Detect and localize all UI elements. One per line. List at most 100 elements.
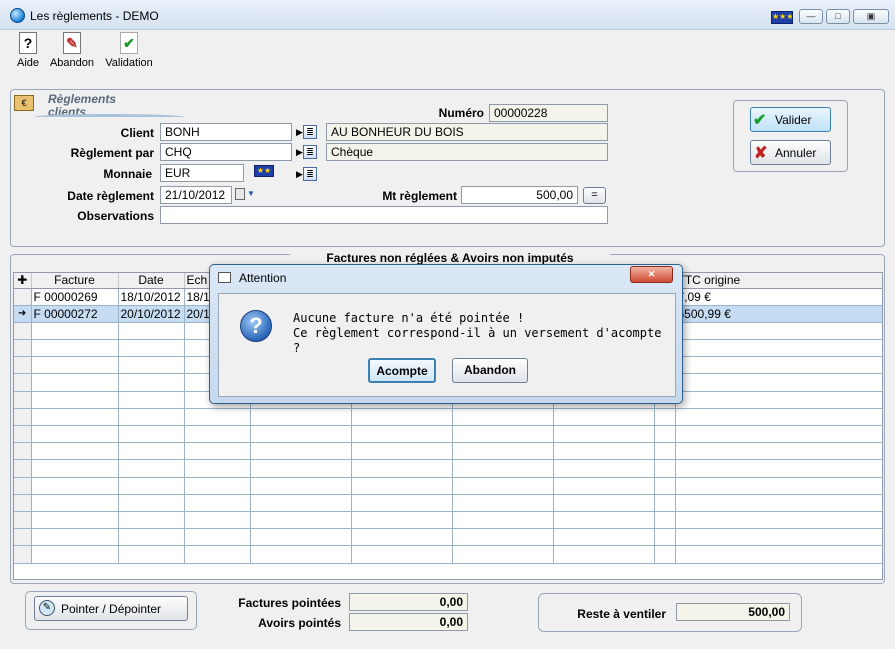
cell: [250, 425, 352, 444]
cell-date: [118, 477, 185, 495]
reglement-code-input[interactable]: CHQ: [160, 143, 292, 161]
table-row[interactable]: [14, 528, 882, 547]
window-title: Les règlements - DEMO: [30, 9, 159, 23]
monnaie-lookup-button[interactable]: ≣: [303, 167, 317, 181]
cell: [452, 408, 554, 427]
cell: [553, 545, 655, 564]
monnaie-arrow-icon: ▶: [296, 169, 303, 179]
grid-corner-icon[interactable]: ✚: [14, 273, 32, 289]
mt-reglement-label: Mt règlement: [382, 189, 457, 203]
date-dropdown-icon[interactable]: ▼: [247, 189, 255, 198]
cell: [250, 545, 352, 564]
toolbar-validation-button[interactable]: ✔ Validation: [104, 32, 154, 76]
numero-field: 00000228: [489, 104, 608, 122]
reglements-clients-logo: € Règlements clients: [14, 92, 184, 122]
cell: [452, 545, 554, 564]
table-row[interactable]: [14, 459, 882, 478]
window-close-button[interactable]: ▣: [853, 9, 889, 24]
row-marker: [14, 373, 32, 392]
toolbar-aide-button[interactable]: ? Aide: [14, 32, 42, 76]
cell: [250, 459, 352, 478]
dialog-message-line1: Aucune facture n'a été pointée !: [293, 311, 525, 325]
abandon-button[interactable]: Abandon: [452, 358, 528, 383]
cell-facture: [31, 425, 119, 444]
validation-icon: ✔: [120, 32, 138, 54]
cell: [250, 408, 352, 427]
dialog-close-button[interactable]: ✕: [630, 266, 673, 283]
cell: [553, 528, 655, 547]
annuler-label: Annuler: [775, 146, 817, 160]
cell-date: [118, 322, 185, 341]
cell: [351, 459, 453, 478]
observations-input[interactable]: [160, 206, 608, 224]
monnaie-input[interactable]: EUR: [160, 164, 244, 182]
table-row[interactable]: [14, 511, 882, 530]
cell-ttc-origine: [675, 356, 882, 375]
cell-ttc-origine: [675, 477, 882, 495]
cell: [553, 494, 655, 512]
acompte-button[interactable]: Acompte: [368, 358, 436, 383]
cell-ttc-origine: [675, 408, 882, 427]
minimize-button[interactable]: —: [799, 9, 823, 24]
cell: [351, 442, 453, 461]
row-marker: [14, 288, 32, 306]
cell: [250, 442, 352, 461]
cell-facture: [31, 477, 119, 495]
row-marker: [14, 442, 32, 461]
cell-date: [118, 391, 185, 409]
cell-facture: [31, 322, 119, 341]
cell-ech: [184, 528, 251, 547]
monnaie-label: Monnaie: [103, 167, 152, 181]
cell: [452, 511, 554, 530]
reglement-lookup-button[interactable]: ≣: [303, 145, 317, 159]
valider-check-icon: ✔: [753, 112, 767, 129]
table-row[interactable]: [14, 494, 882, 512]
client-name-field: AU BONHEUR DU BOIS: [326, 123, 608, 141]
pointer-pin-icon: ✎: [39, 600, 55, 616]
cell-facture: [31, 339, 119, 358]
table-row[interactable]: [14, 425, 882, 444]
cell-date: [118, 373, 185, 392]
table-row[interactable]: [14, 442, 882, 461]
client-arrow-icon: ▶: [296, 127, 303, 137]
cell: [654, 528, 676, 547]
cell: [250, 494, 352, 512]
help-icon: ?: [19, 32, 37, 54]
date-input[interactable]: 21/10/2012: [160, 186, 232, 204]
cell: [452, 494, 554, 512]
cell: [250, 477, 352, 495]
annuler-button[interactable]: ✘ Annuler: [750, 140, 831, 165]
cell: [452, 425, 554, 444]
dialog-body: ? Aucune facture n'a été pointée ! Ce rè…: [218, 293, 676, 397]
table-row[interactable]: [14, 408, 882, 427]
col-date[interactable]: Date: [118, 273, 185, 289]
col-facture[interactable]: Facture: [31, 273, 119, 289]
cell-facture: F 00000269: [31, 288, 119, 306]
reste-label: Reste à ventiler: [577, 607, 666, 621]
observations-label: Observations: [77, 209, 154, 223]
calendar-icon[interactable]: [235, 188, 245, 200]
row-marker: [14, 408, 32, 427]
col-ttc-origine[interactable]: TTC origine: [675, 273, 882, 289]
cell: [654, 477, 676, 495]
cell-ttc-origine: [675, 442, 882, 461]
cell-ttc-origine: 5500,99 €: [675, 305, 882, 323]
toolbar-abandon-button[interactable]: ✎ Abandon: [48, 32, 96, 76]
money-icon: €: [14, 95, 34, 111]
valider-button[interactable]: ✔ Valider: [750, 107, 831, 132]
cell: [452, 477, 554, 495]
client-code-input[interactable]: BONH: [160, 123, 292, 141]
mt-reglement-input[interactable]: 500,00: [461, 186, 578, 204]
pointer-depointer-button[interactable]: ✎ Pointer / Dépointer: [34, 596, 188, 621]
cell-facture: [31, 442, 119, 461]
table-row[interactable]: [14, 477, 882, 495]
cell: [553, 511, 655, 530]
calc-equals-button[interactable]: =: [583, 187, 606, 204]
row-marker: [14, 545, 32, 564]
cell-ech: [184, 459, 251, 478]
client-lookup-button[interactable]: ≣: [303, 125, 317, 139]
cell-date: [118, 459, 185, 478]
maximize-button[interactable]: □: [826, 9, 850, 24]
cell-date: [118, 425, 185, 444]
table-row[interactable]: [14, 545, 882, 564]
